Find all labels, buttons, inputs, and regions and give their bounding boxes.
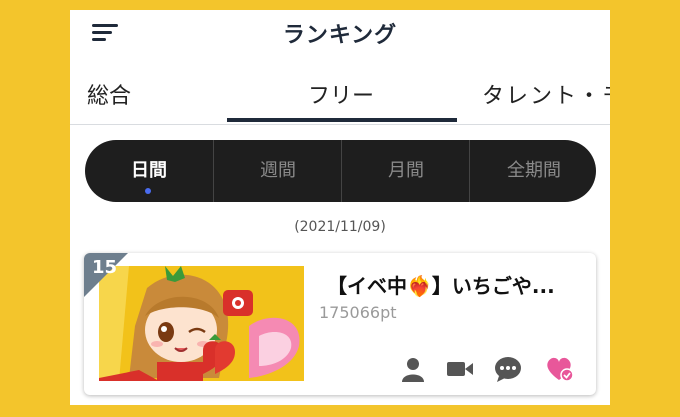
period-all-time[interactable]: 全期間 [469,140,598,202]
ranking-date: (2021/11/09) [294,219,386,235]
room-thumbnail [99,266,304,381]
active-tab-indicator [227,118,457,122]
rank-number: 15 [92,257,118,278]
tab-free[interactable]: フリー [308,78,374,110]
period-monthly[interactable]: 月間 [341,140,470,202]
room-points: 175066pt [319,303,397,322]
period-daily[interactable]: 日間 [85,140,213,202]
app-screen: ランキング 総合 フリー タレント・モ 日間 週間 月間 全期間 (2021/1… [70,10,610,405]
period-weekly[interactable]: 週間 [213,140,342,202]
tab-talent[interactable]: タレント・モ [482,78,610,110]
person-icon[interactable] [399,356,427,382]
page-title: ランキング [282,23,398,48]
active-period-dot [145,188,151,194]
heart-check-icon[interactable] [546,356,574,382]
room-title: 【イベ中❤️‍🔥】いちごや... [327,274,555,298]
tab-general[interactable]: 総合 [87,78,131,110]
header: ランキング [70,10,610,56]
chat-bubble-icon[interactable] [494,356,522,382]
ranking-card[interactable]: 15 【イベ中❤️‍🔥】いちごや... 175066pt [84,253,596,395]
period-selector: 日間 週間 月間 全期間 [85,140,596,202]
video-camera-icon[interactable] [446,356,474,382]
category-tabs: 総合 フリー タレント・モ [70,70,610,125]
period-daily-label: 日間 [131,160,167,181]
